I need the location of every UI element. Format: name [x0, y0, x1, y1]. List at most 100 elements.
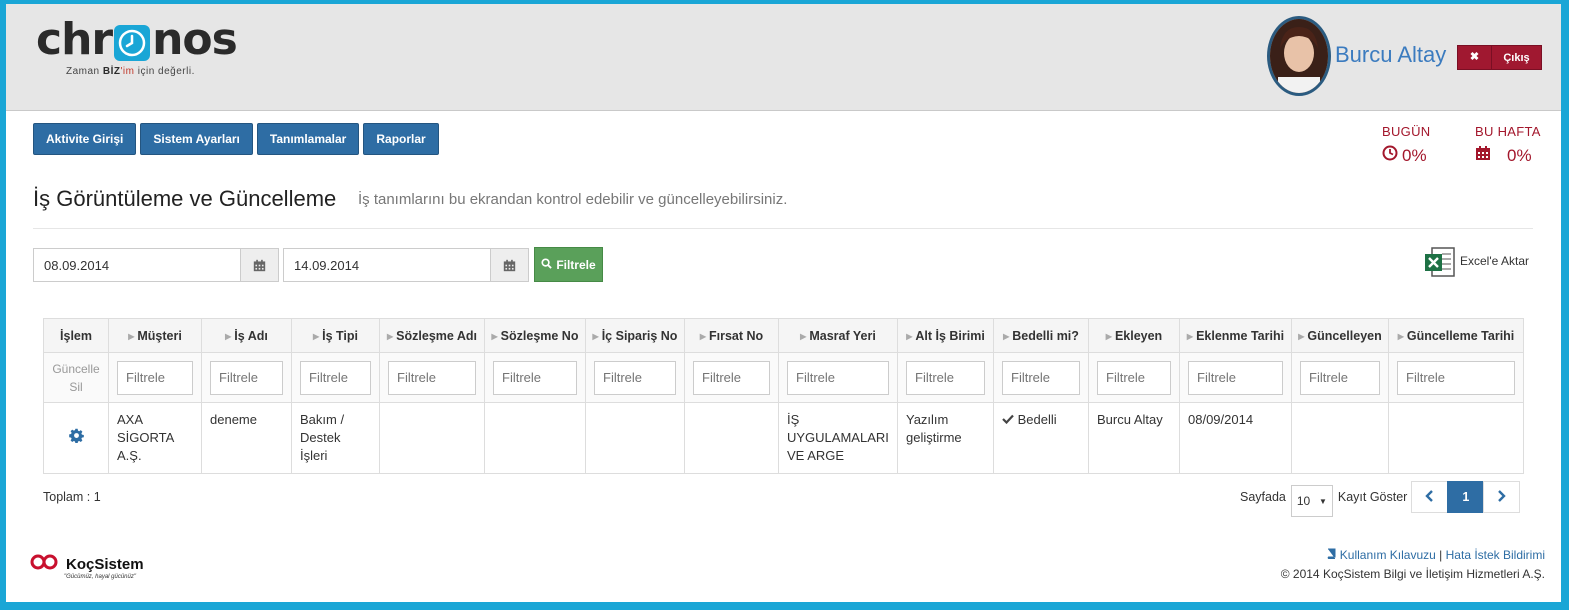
filter-cost-center-input[interactable]: [787, 360, 889, 395]
per-page-label: Sayfada: [1240, 490, 1286, 504]
end-date-group: [283, 248, 529, 282]
row-action-cell: [43, 402, 109, 474]
col-header-sub-unit[interactable]: ▶ Alt İş Birimi: [897, 318, 994, 353]
end-date-input[interactable]: [283, 248, 491, 282]
col-header-cost-center[interactable]: ▶ Masraf Yeri: [778, 318, 898, 353]
calendar-icon[interactable]: [241, 248, 279, 282]
filter-added-by-input[interactable]: [1097, 360, 1171, 395]
logout-label: Çıkış: [1503, 51, 1530, 64]
col-header-updated-by[interactable]: ▶ Güncelleyen: [1291, 318, 1389, 353]
calendar-icon: [1475, 145, 1491, 166]
calendar-icon[interactable]: [491, 248, 529, 282]
filter-updated-by-input[interactable]: [1300, 360, 1380, 395]
nav-definitions[interactable]: Tanımlamalar: [256, 123, 360, 155]
next-page-button[interactable]: [1483, 481, 1521, 513]
logout-button[interactable]: ✖ Çıkış: [1457, 45, 1542, 70]
tagline-im: 'im: [120, 66, 135, 77]
prev-page-button[interactable]: [1411, 481, 1449, 513]
show-records-label: Kayıt Göster: [1337, 490, 1408, 504]
cell-added-by: Burcu Altay: [1088, 402, 1180, 474]
filter-contract-name-input[interactable]: [388, 360, 476, 395]
total-count: Toplam : 1: [43, 490, 101, 504]
excel-export-label: Excel'e Aktar: [1460, 254, 1529, 268]
cell-updated-by: [1291, 402, 1389, 474]
col-header-job-type[interactable]: ▶ İş Tipi: [291, 318, 380, 353]
filter-cell: [897, 352, 994, 403]
filter-cell: [1291, 352, 1389, 403]
billable-value: Bedelli: [1017, 412, 1057, 427]
excel-export-button[interactable]: Excel'e Aktar: [1424, 246, 1529, 283]
bug-report-link[interactable]: Hata İstek Bildirimi: [1446, 548, 1545, 562]
filter-customer-input[interactable]: [117, 360, 193, 395]
page-size-select[interactable]: 10 ▼: [1290, 485, 1333, 517]
start-date-input[interactable]: [33, 248, 241, 282]
col-header-customer[interactable]: ▶ Müşteri: [108, 318, 202, 353]
col-header-billable[interactable]: ▶ Bedelli mi?: [993, 318, 1089, 353]
cell-billable: Bedelli: [993, 402, 1089, 474]
action-legend: Güncelle Sil: [43, 352, 109, 403]
stat-today-value: 0%: [1402, 145, 1427, 165]
filter-cell: [684, 352, 779, 403]
col-header-internal-order-no[interactable]: ▶ İç Sipariş No: [585, 318, 685, 353]
filter-cell: [484, 352, 586, 403]
col-header-contract-name[interactable]: ▶ Sözleşme Adı: [379, 318, 485, 353]
tagline-biz: BİZ: [102, 66, 121, 77]
filter-cell: [379, 352, 485, 403]
company-logo-row: KoçSistem: [30, 554, 144, 574]
nav-activity-entry[interactable]: Aktivite Girişi: [33, 123, 137, 155]
company-logo: KoçSistem "Gücümüz, hayal gücünüz": [30, 554, 144, 580]
jobs-table: İşlem ▶ Müşteri ▶ İş Adı ▶ İş Tipi ▶ Sözleşm…: [43, 318, 1524, 474]
company-slogan: "Gücümüz, hayal gücünüz": [64, 574, 136, 580]
brand-wordmark: chr nos: [36, 12, 238, 68]
cell-updated-date: [1388, 402, 1524, 474]
pagination: 1: [1411, 481, 1521, 513]
gear-icon[interactable]: [68, 428, 84, 446]
nav-system-settings[interactable]: Sistem Ayarları: [140, 123, 253, 155]
cell-opportunity-no: [684, 402, 779, 474]
filter-contract-no-input[interactable]: [493, 360, 577, 395]
cell-added-date: 08/09/2014: [1179, 402, 1292, 474]
tagline-post: için değerli.: [134, 66, 195, 77]
table-header-row: İşlem ▶ Müşteri ▶ İş Adı ▶ İş Tipi ▶ Sözleşm…: [43, 318, 1524, 353]
filter-button[interactable]: Filtrele: [534, 247, 603, 282]
col-header-contract-no[interactable]: ▶ Sözleşme No: [484, 318, 586, 353]
filter-cell: [108, 352, 202, 403]
page-description: İş tanımlarını bu ekrandan kontrol edebi…: [358, 191, 788, 208]
col-header-added-date[interactable]: ▶ Eklenme Tarihi: [1179, 318, 1292, 353]
col-header-job-name[interactable]: ▶ İş Adı: [201, 318, 292, 353]
book-icon: [1326, 548, 1339, 562]
filter-billable-input[interactable]: [1002, 360, 1080, 395]
table-row[interactable]: AXA SİGORTA A.Ş. deneme Bakım / Destek İ…: [43, 402, 1524, 474]
filter-internal-order-no-input[interactable]: [594, 360, 676, 395]
filter-cell: [778, 352, 898, 403]
filter-cell: [201, 352, 292, 403]
col-header-opportunity-no[interactable]: ▶ Fırsat No: [684, 318, 779, 353]
filter-updated-date-input[interactable]: [1397, 360, 1515, 395]
stat-week-label: BU HAFTA: [1475, 124, 1541, 139]
close-icon: ✖: [1458, 46, 1492, 69]
col-header-action: İşlem: [43, 318, 109, 353]
filter-sub-unit-input[interactable]: [906, 360, 985, 395]
col-header-updated-date[interactable]: ▶ Güncelleme Tarihi: [1388, 318, 1524, 353]
start-date-group: [33, 248, 279, 282]
col-header-added-by[interactable]: ▶ Ekleyen: [1088, 318, 1180, 353]
nav-reports[interactable]: Raporlar: [363, 123, 439, 155]
cell-contract-name: [379, 402, 485, 474]
brand-logo[interactable]: chr nos Zaman BİZ'im için değerli.: [36, 12, 238, 77]
filter-job-type-input[interactable]: [300, 360, 371, 395]
user-guide-link[interactable]: Kullanım Kılavuzu: [1340, 548, 1436, 562]
filter-opportunity-no-input[interactable]: [693, 360, 770, 395]
cell-customer: AXA SİGORTA A.Ş.: [108, 402, 202, 474]
filter-cell: [993, 352, 1089, 403]
cell-internal-order-no: [585, 402, 685, 474]
page-button-current[interactable]: 1: [1447, 481, 1485, 513]
avatar[interactable]: [1267, 16, 1331, 96]
search-icon: [541, 257, 553, 272]
company-logo-mark: [30, 554, 64, 574]
user-name[interactable]: Burcu Altay: [1335, 42, 1446, 68]
filter-button-label: Filtrele: [556, 257, 596, 272]
copyright: © 2014 KoçSistem Bilgi ve İletişim Hizme…: [1280, 567, 1545, 581]
filter-job-name-input[interactable]: [210, 360, 283, 395]
filter-added-date-input[interactable]: [1188, 360, 1283, 395]
company-name: KoçSistem: [66, 555, 144, 573]
